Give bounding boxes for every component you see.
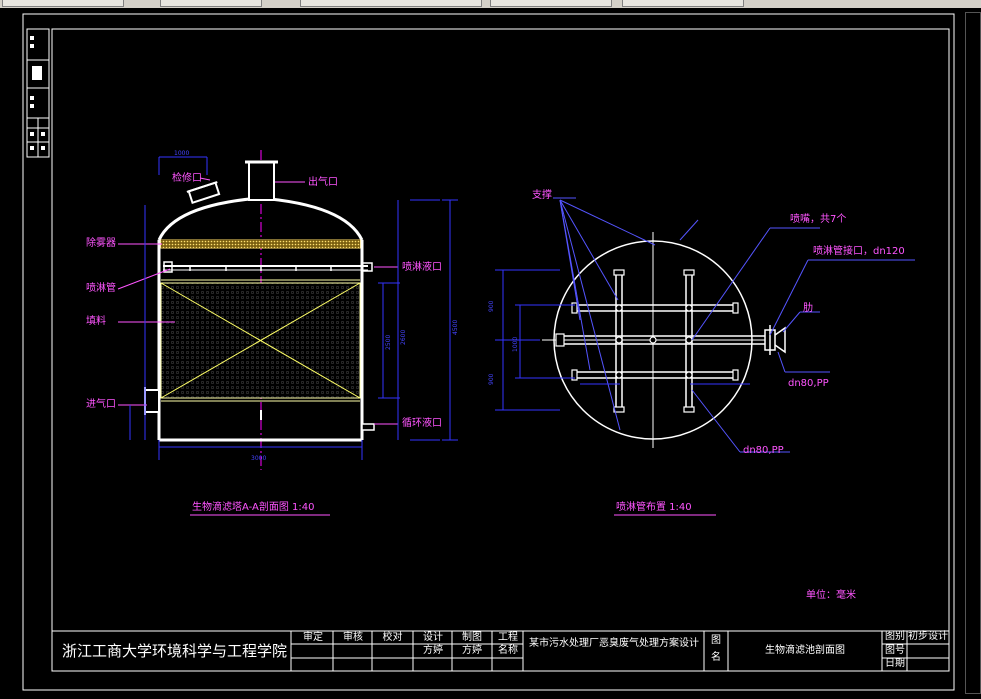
category-value: 初步设计 — [908, 631, 948, 642]
dim-plan-c: 1000 — [512, 336, 519, 352]
inlet-label: 进气口 — [86, 399, 116, 410]
plan-view-caption: 喷淋管布置 1:40 — [616, 502, 692, 513]
support-label: 支撑 — [532, 190, 552, 201]
number-label: 图号 — [885, 645, 905, 656]
side-signature-strip — [26, 28, 50, 158]
nozzle-label: 喷嘴，共7个 — [790, 214, 847, 225]
dim-plan-a: 900 — [488, 300, 495, 312]
dim-total-height: 4500 — [452, 319, 459, 335]
school-name: 浙江工商大学环境科学与工程学院 — [62, 642, 288, 660]
draw-label: 制图 — [462, 632, 482, 643]
dim-main-height: 2600 — [400, 329, 407, 345]
drawing-name-label-top: 图 — [711, 635, 721, 646]
scrollbar-thumb[interactable] — [965, 12, 981, 694]
rib-label: 肋 — [803, 303, 813, 314]
packing-label: 填料 — [86, 316, 106, 327]
review-label: 审核 — [343, 632, 363, 643]
dim-top-width: 1000 — [174, 150, 190, 157]
access-port-label: 检修口 — [172, 173, 202, 184]
pipe-dn80-label-b: dn80,PP — [743, 445, 784, 456]
dim-packing-height: 2500 — [385, 334, 392, 350]
date-label: 日期 — [885, 658, 905, 669]
spray-pipe-label: 喷淋管 — [86, 283, 116, 294]
vertical-scrollbar[interactable] — [963, 10, 981, 699]
design-label: 设计 — [423, 632, 443, 643]
project-label-top: 工程 — [498, 632, 518, 643]
outlet-label: 出气口 — [308, 177, 338, 188]
check-label: 校对 — [382, 632, 403, 643]
dim-plan-b: 900 — [488, 373, 495, 385]
category-label: 图别 — [885, 631, 905, 642]
project-label-bottom: 名称 — [498, 645, 518, 656]
drawing-name: 生物滴滤池剖面图 — [765, 645, 845, 656]
drafter-name: 方婷 — [462, 645, 482, 656]
demister-label: 除雾器 — [86, 238, 116, 249]
drawing-name-label-bottom: 名 — [711, 652, 721, 663]
pipe-dn80-label-a: dn80,PP — [788, 378, 829, 389]
project-name: 某市污水处理厂恶臭废气处理方案设计 — [529, 638, 699, 649]
section-view-caption: 生物滴滤塔A-A剖面图 1:40 — [192, 502, 315, 513]
spray-pipe-plan-view — [495, 197, 915, 453]
dim-tank-width: 3000 — [251, 455, 267, 462]
designer-name: 方婷 — [423, 645, 443, 656]
unit-note: 单位：毫米 — [806, 590, 856, 601]
circulation-port-label: 循环液口 — [402, 418, 442, 429]
approve-label: 审定 — [303, 632, 323, 643]
spray-liquid-port-label: 喷淋液口 — [402, 262, 442, 273]
spray-pipe-inlet-label: 喷淋管接口，dn120 — [813, 246, 905, 257]
